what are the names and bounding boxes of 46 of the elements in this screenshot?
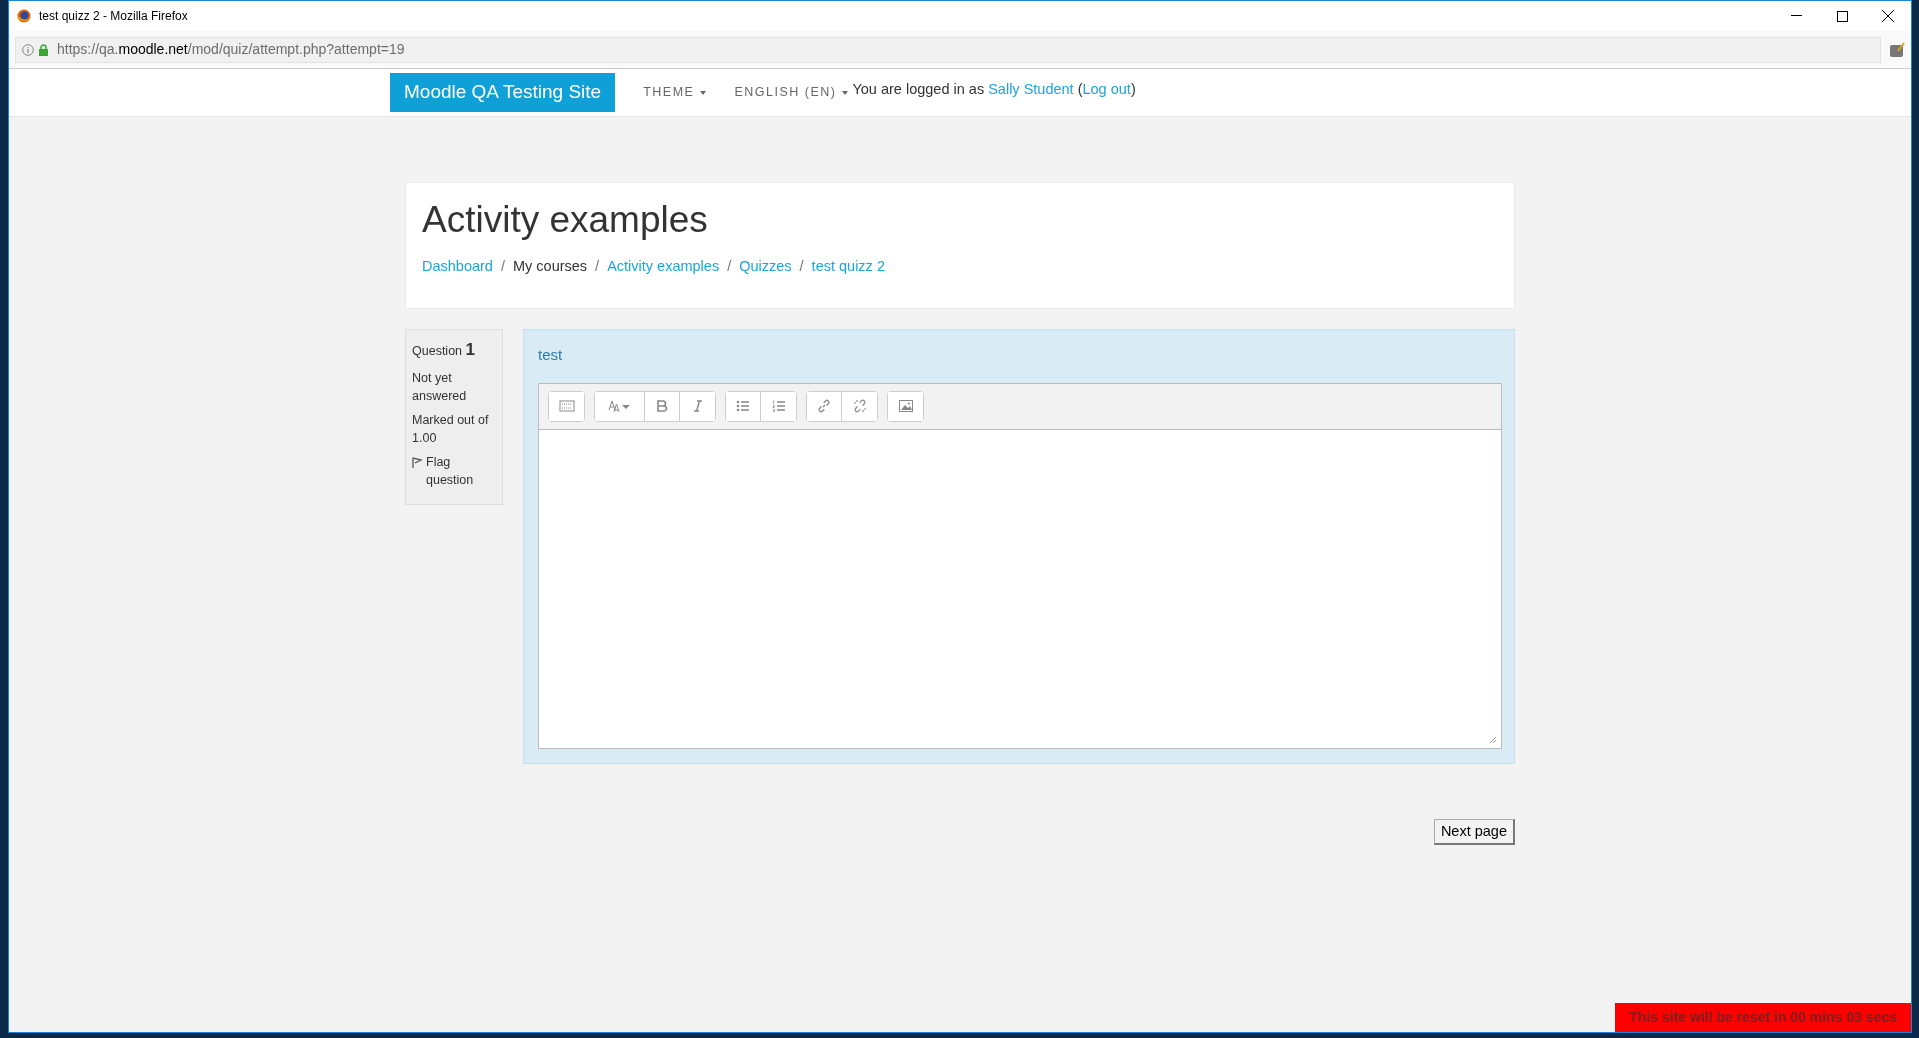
flag-question-link[interactable]: Flag question xyxy=(412,453,496,490)
link-icon[interactable] xyxy=(816,398,832,415)
question-number: Question 1 xyxy=(412,339,476,362)
breadcrumb-separator: / xyxy=(727,257,732,277)
image-button[interactable] xyxy=(888,391,923,421)
nav-menu[interactable]: ENGLISH (EN) xyxy=(734,83,849,102)
maximize-icon[interactable] xyxy=(1836,10,1848,22)
numbered-list-icon[interactable] xyxy=(770,398,787,415)
breadcrumb-separator: / xyxy=(799,257,804,277)
site-brand-link[interactable]: Moodle QA Testing Site xyxy=(390,73,616,112)
question-state: Not yet answered xyxy=(412,369,468,405)
toolbar-toggle-icon[interactable] xyxy=(558,398,575,415)
font-style-button[interactable] xyxy=(595,391,645,421)
unlink-icon[interactable] xyxy=(851,398,868,415)
next-page-button[interactable]: Next page xyxy=(1433,818,1515,846)
breadcrumb-separator: / xyxy=(595,257,600,277)
reset-countdown-banner: This site will be reset in 00 mins 03 secs xyxy=(1615,1003,1911,1032)
resize-grip-icon[interactable] xyxy=(1489,735,1497,744)
browser-logo-icon xyxy=(17,9,31,23)
question-marks: Marked out of 1.00 xyxy=(412,412,490,448)
link-button[interactable] xyxy=(807,391,842,421)
bullet-list-button[interactable] xyxy=(726,391,761,421)
logout-link[interactable]: Log out xyxy=(1082,80,1131,97)
window-title: test quizz 2 - Mozilla Firefox xyxy=(39,8,188,25)
page-title: Activity examples xyxy=(422,198,709,242)
flag-icon xyxy=(412,457,422,469)
login-info: You are logged in as Sally Student (Log out) xyxy=(852,79,1136,99)
info-icon[interactable] xyxy=(22,43,34,56)
user-link[interactable]: Sally Student xyxy=(988,80,1074,97)
question-text: test xyxy=(538,345,564,366)
minimize-icon[interactable] xyxy=(1790,15,1802,17)
breadcrumb-link[interactable]: test quizz 2 xyxy=(811,256,885,279)
address-field[interactable]: https://qa.moodle.net/mod/quiz/attempt.php?attempt=19 xyxy=(15,36,1881,63)
breadcrumb-item: My courses xyxy=(512,257,588,277)
close-icon[interactable] xyxy=(1882,10,1894,22)
breadcrumb-link[interactable]: Dashboard xyxy=(422,256,493,279)
breadcrumb-link[interactable]: Activity examples xyxy=(607,256,720,279)
font-style-icon[interactable] xyxy=(607,398,632,415)
breadcrumb-link[interactable]: Quizzes xyxy=(739,256,792,279)
nav-menu[interactable]: THEME xyxy=(643,83,707,102)
toolbar-toggle-button[interactable] xyxy=(549,391,584,421)
breadcrumb-separator: / xyxy=(500,257,505,277)
url-text: https://qa.moodle.net/mod/quiz/attempt.php?attempt=19 xyxy=(57,40,405,59)
image-icon[interactable] xyxy=(897,398,914,415)
bold-icon[interactable] xyxy=(654,398,670,415)
lock-icon xyxy=(38,43,49,56)
